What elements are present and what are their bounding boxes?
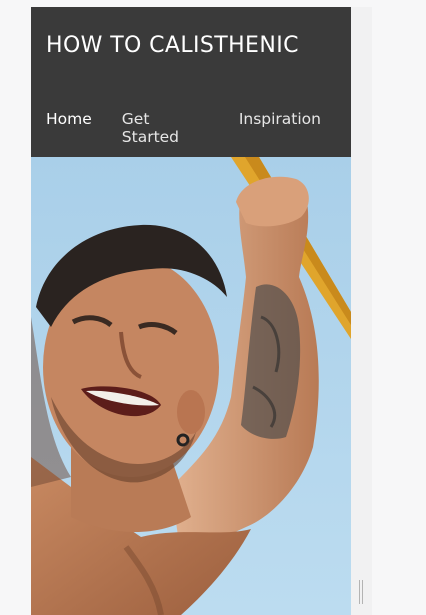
resize-handle[interactable] xyxy=(358,580,364,604)
site-header: HOW TO CALISTHENIC Home Get Started Insp… xyxy=(31,7,351,157)
scrollbar-track[interactable] xyxy=(351,7,372,615)
site-title[interactable]: HOW TO CALISTHENIC xyxy=(46,33,299,58)
hero-image xyxy=(31,157,351,615)
nav-get-started-link[interactable]: Get Started xyxy=(122,110,209,146)
nav-home-link[interactable]: Home xyxy=(46,110,92,146)
page-frame: HOW TO CALISTHENIC Home Get Started Insp… xyxy=(31,7,351,615)
nav-inspiration-link[interactable]: Inspiration xyxy=(239,110,321,146)
main-nav: Home Get Started Inspiration xyxy=(46,110,351,146)
hero-photo-illustration xyxy=(31,157,351,615)
